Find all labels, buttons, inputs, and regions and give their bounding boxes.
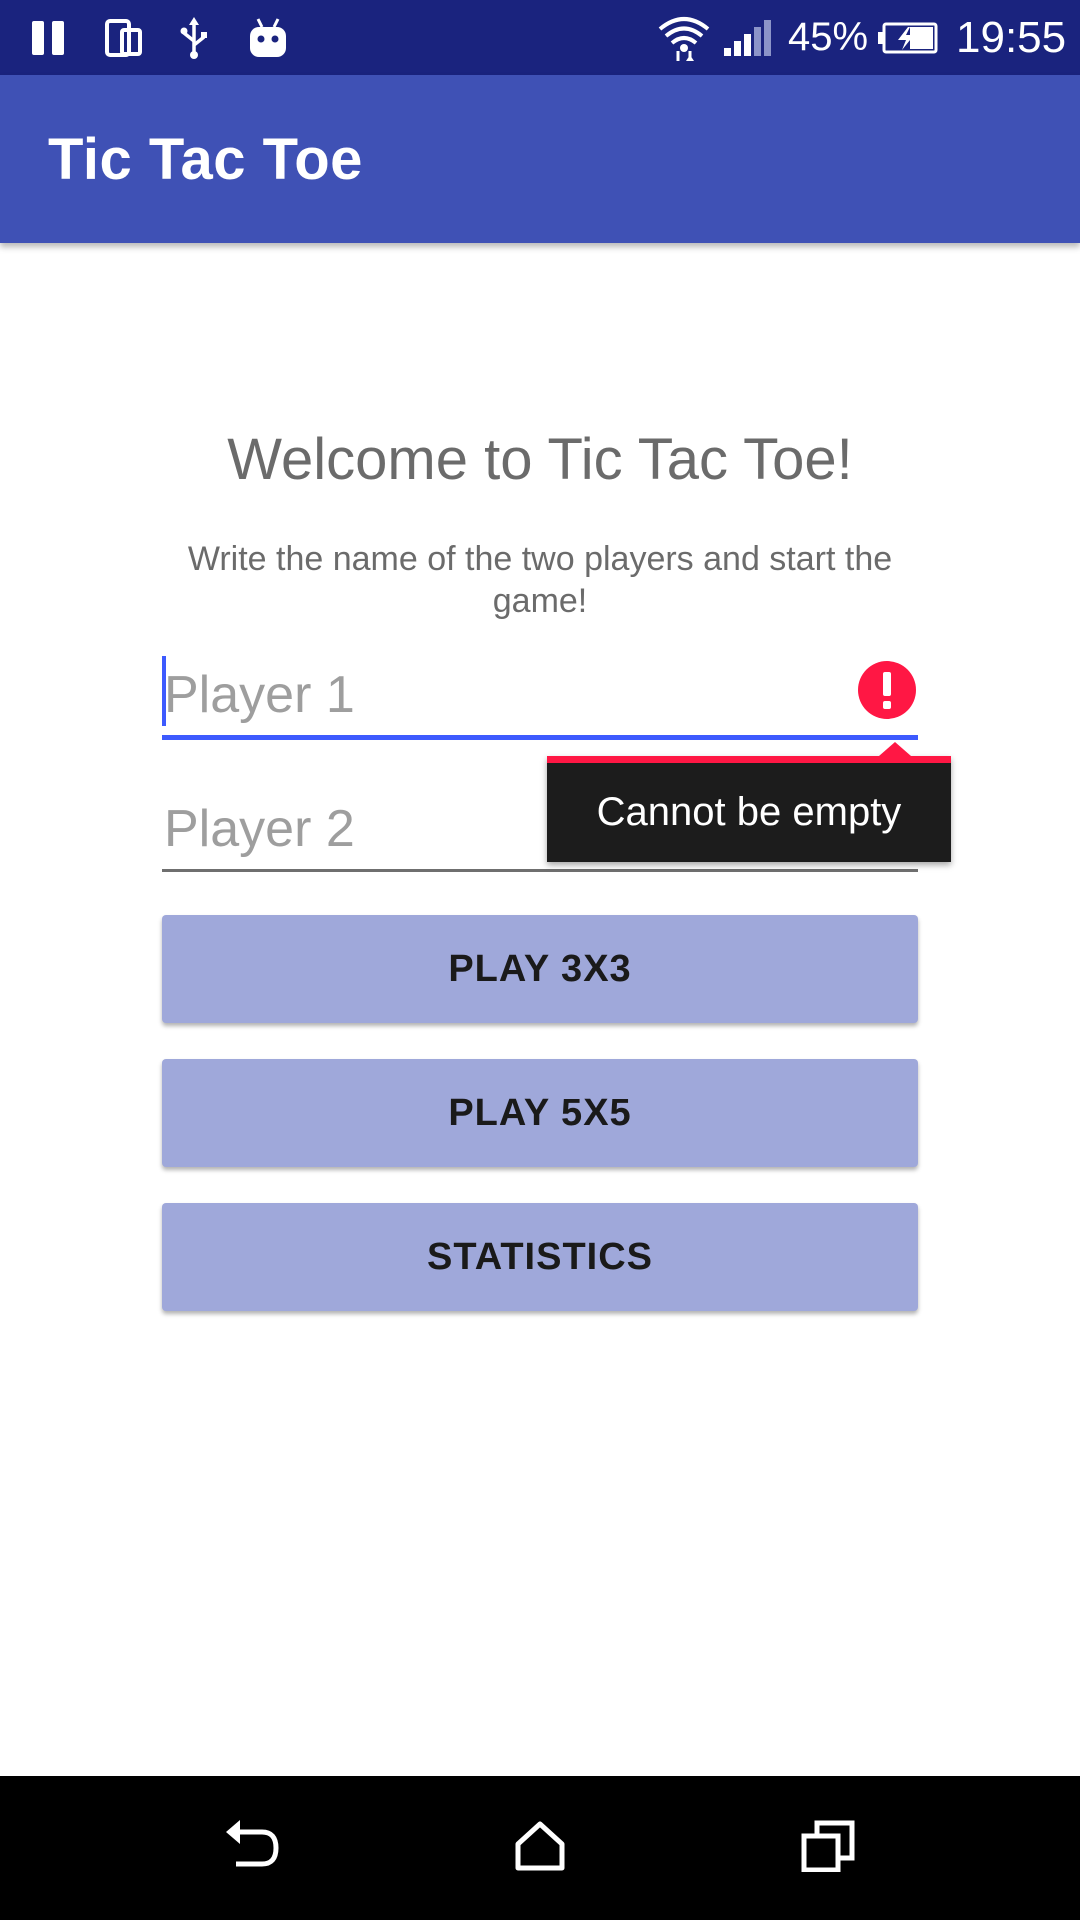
error-tooltip: Cannot be empty bbox=[547, 742, 951, 862]
recents-icon bbox=[801, 1820, 855, 1877]
status-bar: 45% 19:55 bbox=[0, 0, 1080, 75]
signal-icon bbox=[722, 0, 772, 75]
recents-button[interactable] bbox=[768, 1776, 888, 1920]
play-3x3-button[interactable]: PLAY 3X3 bbox=[162, 915, 918, 1023]
player1-underline bbox=[162, 735, 918, 740]
error-icon bbox=[858, 661, 916, 719]
clock: 19:55 bbox=[956, 12, 1067, 62]
error-tooltip-arrow bbox=[879, 742, 911, 756]
android-icon bbox=[248, 0, 288, 75]
app-bar: Tic Tac Toe bbox=[0, 75, 1080, 243]
battery-icon bbox=[878, 0, 938, 75]
phone-icon bbox=[104, 0, 144, 75]
back-icon bbox=[222, 1818, 282, 1879]
player1-field bbox=[162, 650, 918, 740]
navigation-bar bbox=[0, 1776, 1080, 1920]
play-5x5-button[interactable]: PLAY 5X5 bbox=[162, 1059, 918, 1167]
battery-percent: 45% bbox=[788, 15, 869, 59]
subtitle: Write the name of the two players and st… bbox=[187, 540, 893, 620]
home-button[interactable] bbox=[480, 1776, 600, 1920]
usb-icon bbox=[176, 0, 212, 75]
back-button[interactable] bbox=[192, 1776, 312, 1920]
player1-input[interactable] bbox=[162, 650, 918, 740]
statistics-button[interactable]: STATISTICS bbox=[162, 1203, 918, 1311]
text-cursor bbox=[162, 656, 166, 726]
error-message: Cannot be empty bbox=[596, 790, 902, 834]
wifi-icon bbox=[656, 0, 712, 75]
screen: 45% 19:55 Tic Tac Toe Welcome to Tic Tac… bbox=[0, 0, 1080, 1920]
home-icon bbox=[514, 1820, 566, 1877]
pause-icon bbox=[30, 0, 68, 75]
app-title: Tic Tac Toe bbox=[48, 126, 363, 192]
player2-underline bbox=[162, 869, 918, 872]
welcome-title: Welcome to Tic Tac Toe! bbox=[227, 427, 853, 492]
